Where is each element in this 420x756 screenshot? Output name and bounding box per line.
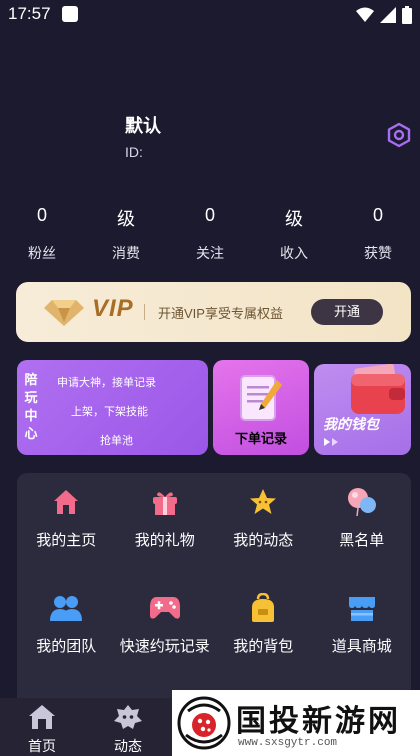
stat-label: 获赞	[364, 245, 392, 261]
wallet-card[interactable]: 我的钱包	[314, 364, 411, 455]
nav-moments-label: 动态	[114, 738, 142, 754]
status-bar: 17:57	[0, 0, 420, 30]
settings-icon	[387, 122, 411, 148]
menu-label: 快速约玩记录	[119, 638, 210, 655]
wallet-icon	[351, 364, 405, 414]
order-records-label: 下单记录	[234, 432, 287, 447]
watermark-logo-icon	[177, 696, 231, 750]
home-nav-icon	[29, 705, 55, 729]
accompany-desc-line2: 上架，下架技能	[71, 405, 148, 418]
moments-nav-icon	[114, 705, 142, 729]
stat-following[interactable]: 0 关注	[168, 205, 252, 263]
accompany-desc-line3: 抢单池	[100, 434, 133, 447]
nav-home[interactable]: 首页	[12, 704, 72, 756]
notification-icon	[62, 6, 78, 22]
menu-item-team[interactable]: 我的团队	[17, 587, 116, 693]
menu-item-home[interactable]: 我的主页	[17, 481, 116, 587]
home-icon	[49, 485, 83, 519]
gamepad-icon	[148, 591, 182, 625]
stat-label: 关注	[196, 245, 224, 261]
vip-divider	[144, 304, 145, 320]
signal-icon	[380, 7, 396, 23]
stat-likes[interactable]: 0 获赞	[336, 205, 420, 263]
settings-button[interactable]	[386, 122, 412, 148]
accompany-center-card[interactable]: 陪 玩 中 心 申请大神，接单记录 上架，下架技能 抢单池	[17, 360, 208, 455]
menu-item-blacklist[interactable]: 黑名单	[313, 481, 412, 587]
menu-label: 我的主页	[36, 532, 97, 549]
vip-title: VIP	[92, 295, 134, 322]
menu-label: 我的动态	[233, 532, 294, 549]
stat-value: 0	[36, 205, 47, 225]
balloon-icon	[345, 485, 379, 519]
menu-item-moments[interactable]: 我的动态	[214, 481, 313, 587]
team-icon	[49, 591, 83, 625]
stat-value: 0	[204, 205, 215, 225]
menu-label: 道具商城	[331, 638, 392, 655]
wallet-label: 我的钱包	[323, 417, 379, 433]
store-icon	[345, 591, 379, 625]
arrow-icon	[324, 438, 338, 446]
stat-label: 消费	[112, 245, 140, 261]
wifi-icon	[356, 7, 374, 22]
vip-description: 开通VIP享受专属权益	[158, 306, 283, 321]
accompany-vertical-title: 陪 玩 中 心	[21, 372, 41, 444]
stat-value: 级	[285, 209, 303, 229]
accompany-title-char: 陪	[24, 373, 38, 388]
stat-income[interactable]: 级 收入	[252, 205, 336, 263]
watermark-title: 国投新游网	[236, 704, 401, 739]
menu-item-prop-store[interactable]: 道具商城	[313, 587, 412, 693]
diamond-icon	[44, 300, 84, 326]
stat-consumption[interactable]: 级 消费	[84, 205, 168, 263]
vip-open-button[interactable]: 开通	[311, 299, 383, 325]
stat-fans[interactable]: 0 粉丝	[0, 205, 84, 263]
accompany-desc-line1: 申请大神，接单记录	[57, 376, 156, 389]
stats-row: 0 粉丝 级 消费 0 关注 级 收入 0 获赞	[0, 205, 420, 263]
notepad-icon	[240, 375, 282, 421]
accompany-title-char: 玩	[24, 391, 38, 406]
accompany-title-char: 中	[24, 409, 38, 424]
menu-label: 黑名单	[339, 532, 385, 549]
menu-label: 我的背包	[233, 638, 294, 655]
stat-label: 收入	[280, 245, 308, 261]
profile-name: 默认	[125, 116, 161, 136]
menu-item-quick-play-records[interactable]: 快速约玩记录	[116, 587, 215, 693]
stat-value: 级	[117, 209, 135, 229]
menu-item-backpack[interactable]: 我的背包	[214, 587, 313, 693]
stat-label: 粉丝	[28, 245, 56, 261]
nav-moments[interactable]: 动态	[98, 704, 158, 756]
accompany-title-char: 心	[24, 427, 38, 442]
backpack-icon	[246, 591, 280, 625]
order-records-card[interactable]: 下单记录	[213, 360, 309, 455]
vip-banner[interactable]: VIP 开通VIP享受专属权益 开通	[16, 282, 411, 342]
menu-label: 我的礼物	[134, 532, 195, 549]
menu-label: 我的团队	[36, 638, 97, 655]
profile-id: ID:	[125, 144, 143, 160]
battery-icon	[402, 6, 412, 24]
menu-panel: 我的主页 我的礼物 我的动态 黑名单 我的团队 快速约玩记录 我的背包 道具商城	[17, 473, 411, 723]
stat-value: 0	[372, 205, 383, 225]
status-time: 17:57	[8, 4, 51, 23]
menu-item-gifts[interactable]: 我的礼物	[116, 481, 215, 587]
status-indicators	[356, 6, 412, 24]
star-icon	[246, 485, 280, 519]
menu-grid: 我的主页 我的礼物 我的动态 黑名单 我的团队 快速约玩记录 我的背包 道具商城	[17, 473, 411, 693]
gift-icon	[148, 485, 182, 519]
watermark-url: www.sxsgytr.com	[238, 737, 338, 749]
watermark: 国投新游网 www.sxsgytr.com	[172, 690, 420, 756]
nav-home-label: 首页	[28, 738, 56, 754]
